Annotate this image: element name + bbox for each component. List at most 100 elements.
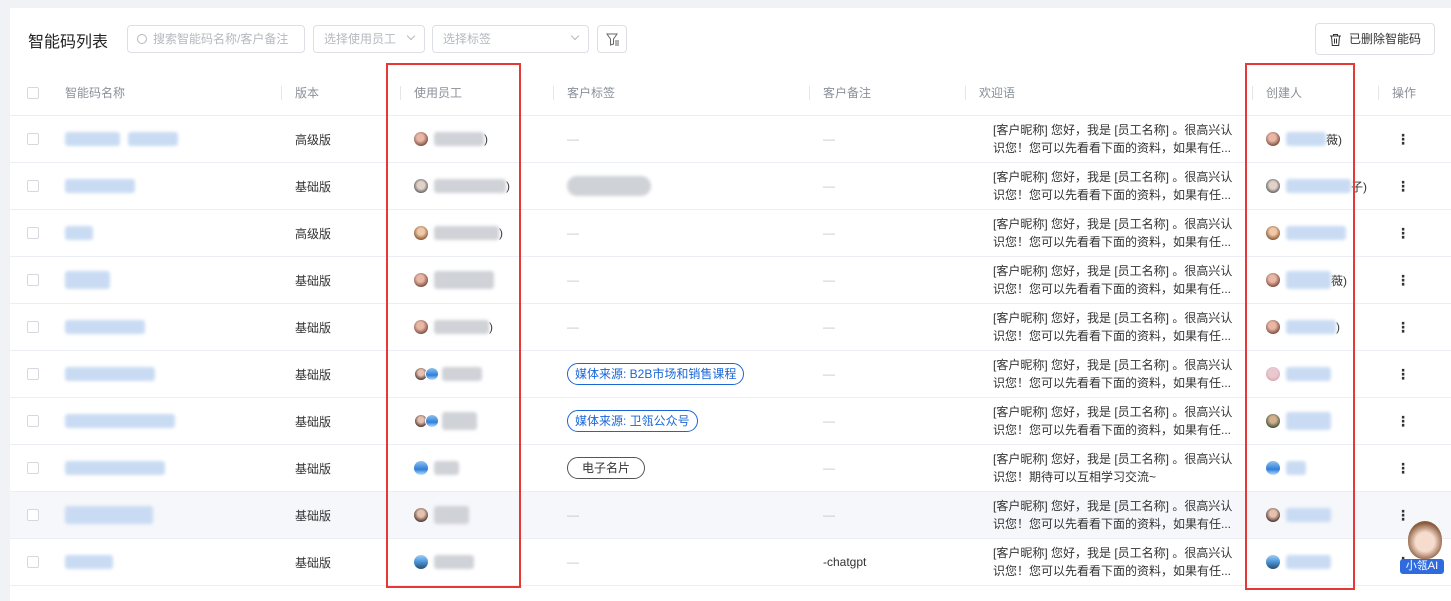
avatar [1266,132,1280,146]
table-row[interactable]: 高级版 ) — — [客户昵称] 您好，我是 [员工名称] 。很高兴认 识您！您可… [10,116,1451,163]
tag-select[interactable]: 选择标签 [432,25,589,53]
customer-tags: — [567,132,579,146]
table-header: 智能码名称 版本 使用员工 客户标签 客户备注 欢迎语 创建人 操作 [10,70,1451,116]
code-name[interactable] [65,398,175,444]
row-checkbox[interactable] [27,462,39,474]
code-name[interactable] [65,116,178,162]
more-actions-button[interactable]: ⋮ [1396,304,1410,350]
welcome-message: [客户昵称] 您好，我是 [员工名称] 。很高兴认 识您！您可以先看看下面的资料，… [993,217,1233,249]
search-input[interactable]: 搜索智能码名称/客户备注 [127,25,305,53]
customer-remark: — [823,461,835,475]
avatar [414,132,428,146]
trash-icon [1330,34,1341,46]
row-checkbox[interactable] [27,133,39,145]
avatar [414,320,428,334]
table-row[interactable]: 高级版 ) — — [客户昵称] 您好，我是 [员工名称] 。很高兴认 识您！您可… [10,210,1451,257]
version: 基础版 [295,367,332,382]
table-row[interactable]: 基础版 — — [客户昵称] 您好，我是 [员工名称] 。很高兴认 识您！您可以先… [10,257,1451,304]
avatar [1266,555,1280,569]
customer-tags: — [567,555,579,569]
table-row[interactable]: 基础版 媒体来源: 卫瓴公众号 — [客户昵称] 您好，我是 [员工名称] 。很… [10,398,1451,445]
deleted-codes-button[interactable]: 已删除智能码 [1315,23,1435,55]
tag-chip: 媒体来源: 卫瓴公众号 [567,410,698,432]
more-actions-button[interactable]: ⋮ [1396,257,1410,303]
staff: ) [414,116,488,162]
col-staff: 使用员工 [400,70,462,116]
staff: ) [414,163,510,209]
ai-label: 小瓴AI [1400,559,1444,574]
staff [414,351,482,397]
more-actions-button[interactable]: ⋮ [1396,116,1410,162]
chevron-down-icon [406,31,416,41]
avatar [1266,508,1280,522]
code-name[interactable] [65,257,110,303]
creator [1266,445,1306,491]
customer-tags: 媒体来源: 卫瓴公众号 [567,398,698,444]
table-row[interactable]: 基础版 — — [客户昵称] 您好，我是 [员工名称] 。很高兴认 识您！您可以先… [10,492,1451,539]
avatar [414,555,428,569]
staff-select-placeholder: 选择使用员工 [324,32,397,46]
col-tags: 客户标签 [553,70,615,116]
customer-remark: — [823,273,835,287]
code-name[interactable] [65,210,93,256]
chevron-down-icon [570,31,580,41]
col-version: 版本 [281,70,319,116]
ai-assistant-button[interactable]: 小瓴AI [1399,521,1451,577]
avatar [1266,273,1280,287]
toolbar: 智能码列表 搜索智能码名称/客户备注 选择使用员工 选择标签 已删除智能码 [10,8,1451,70]
tag-select-placeholder: 选择标签 [443,32,492,46]
customer-remark: — [823,320,835,334]
search-placeholder: 搜索智能码名称/客户备注 [153,32,289,46]
table-row[interactable]: 基础版 电子名片 — [客户昵称] 您好，我是 [员工名称] 。很高兴认 识您！期… [10,445,1451,492]
customer-remark: -chatgpt [823,555,867,569]
row-checkbox[interactable] [27,556,39,568]
staff [414,398,477,444]
staff-select[interactable]: 选择使用员工 [313,25,425,53]
code-name[interactable] [65,539,113,585]
deleted-button-label: 已删除智能码 [1349,32,1422,46]
code-name[interactable] [65,304,145,350]
row-checkbox[interactable] [27,227,39,239]
more-actions-button[interactable]: ⋮ [1396,398,1410,444]
creator: 子) [1266,163,1367,209]
table-row[interactable]: 基础版 ) — — [客户昵称] 您好，我是 [员工名称] 。很高兴认 识您！您可… [10,304,1451,351]
row-checkbox[interactable] [27,415,39,427]
row-checkbox[interactable] [27,274,39,286]
row-checkbox[interactable] [27,180,39,192]
more-actions-button[interactable]: ⋮ [1396,163,1410,209]
col-actions: 操作 [1378,70,1416,116]
staff [414,492,469,538]
avatar [1266,461,1280,475]
welcome-message: [客户昵称] 您好，我是 [员工名称] 。很高兴认 识您！您可以先看看下面的资料，… [993,311,1233,343]
row-checkbox[interactable] [27,321,39,333]
code-name[interactable] [65,163,135,209]
more-actions-button[interactable]: ⋮ [1396,351,1410,397]
table-row[interactable]: 基础版 — -chatgpt [客户昵称] 您好，我是 [员工名称] 。很高兴认… [10,539,1451,586]
col-remark: 客户备注 [809,70,871,116]
code-name[interactable] [65,492,153,538]
avatar [414,179,428,193]
welcome-message: [客户昵称] 您好，我是 [员工名称] 。很高兴认 识您！您可以先看看下面的资料，… [993,499,1233,531]
customer-remark: — [823,179,835,193]
customer-tags [567,163,651,209]
tag-chip: 媒体来源: B2B市场和销售课程 [567,363,745,385]
more-actions-button[interactable]: ⋮ [1396,210,1410,256]
welcome-message: [客户昵称] 您好，我是 [员工名称] 。很高兴认 识您！您可以先看看下面的资料，… [993,358,1233,390]
avatar [1266,367,1280,381]
code-name[interactable] [65,445,165,491]
code-name[interactable] [65,351,155,397]
select-all-checkbox[interactable] [27,87,39,99]
avatar [425,367,439,381]
filter-button[interactable] [597,25,627,53]
customer-remark: — [823,132,835,146]
col-name: 智能码名称 [65,86,126,100]
row-checkbox[interactable] [27,368,39,380]
more-actions-button[interactable]: ⋮ [1396,445,1410,491]
table-row[interactable]: 基础版 ) — [客户昵称] 您好，我是 [员工名称] 。很高兴认 识您！您可以先… [10,163,1451,210]
creator [1266,398,1331,444]
customer-remark: — [823,414,835,428]
avatar [1266,320,1280,334]
welcome-message: [客户昵称] 您好，我是 [员工名称] 。很高兴认 识您！您可以先看看下面的资料，… [993,546,1233,578]
table-row[interactable]: 基础版 媒体来源: B2B市场和销售课程 — [客户昵称] 您好，我是 [员工名… [10,351,1451,398]
row-checkbox[interactable] [27,509,39,521]
